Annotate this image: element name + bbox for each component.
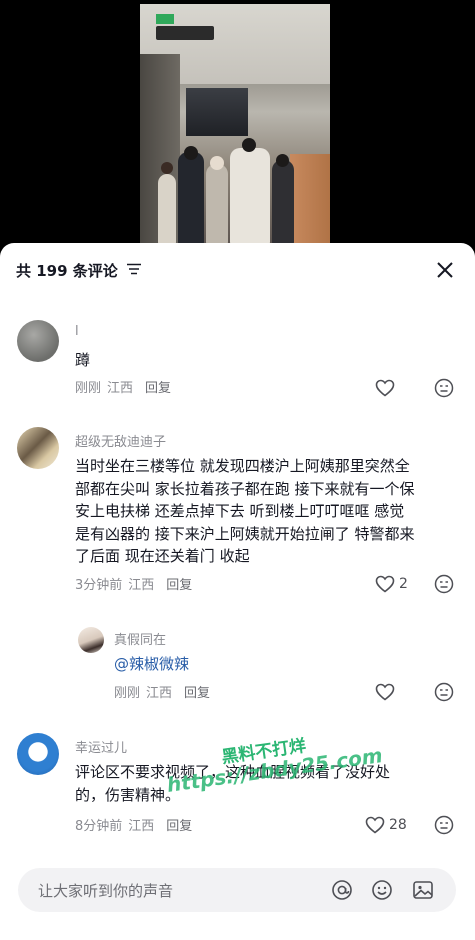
heart-icon xyxy=(375,379,395,397)
comment-text-line: 是有凶器的 接下来沪上阿姨就开始拉闸了 特警都来 xyxy=(75,524,415,543)
avatar[interactable] xyxy=(17,427,59,469)
like-count: 2 xyxy=(399,576,408,592)
reply-button[interactable]: 回复 xyxy=(145,381,171,396)
like-button[interactable] xyxy=(375,378,395,398)
avatar[interactable] xyxy=(17,320,59,362)
like-button[interactable]: 28 xyxy=(365,815,407,835)
collapse-button[interactable]: 收起 xyxy=(220,547,250,565)
mention-icon[interactable] xyxy=(331,879,353,901)
video-shopfront xyxy=(186,88,248,136)
comment-time: 8分钟前 xyxy=(75,819,123,834)
comment-count-title: 共 199 条评论 xyxy=(16,262,118,280)
reply-time: 刚刚 xyxy=(114,686,141,701)
comment-meta: 8分钟前 江西 回复 xyxy=(75,815,192,834)
comment-input[interactable]: 让大家听到你的声音 xyxy=(18,868,456,912)
video-exit-sign xyxy=(156,14,174,24)
mention-link[interactable]: @辣椒微辣 xyxy=(114,655,189,673)
comment-text[interactable]: 当时坐在三楼等位 就发现四楼沪上阿姨那里突然全 部都在尖叫 家长拉着孩子都在跑 … xyxy=(75,455,465,568)
comment-text-line: 了后面 现在还关着门 收起 xyxy=(75,545,465,568)
reply-location: 江西 xyxy=(146,686,173,701)
video-sign xyxy=(156,26,214,40)
emoji-icon[interactable] xyxy=(371,879,393,901)
comment-time: 刚刚 xyxy=(75,381,102,396)
comment-username[interactable]: 幸运过儿 xyxy=(75,737,127,756)
dislike-emoji-icon[interactable] xyxy=(434,815,454,835)
dislike-emoji-icon[interactable] xyxy=(434,574,454,594)
heart-icon xyxy=(375,683,395,701)
dislike-emoji-icon[interactable] xyxy=(434,378,454,398)
avatar[interactable] xyxy=(17,733,59,775)
comment-location: 江西 xyxy=(107,381,134,396)
video-crowd xyxy=(158,132,298,244)
heart-icon xyxy=(365,816,385,834)
comment-sheet: 共 199 条评论 l 蹲 刚刚 江西 回复 超级无敌迪迪子 当时坐在三楼等位 就发… xyxy=(0,243,475,940)
like-button[interactable] xyxy=(375,682,395,702)
comment-time: 3分钟前 xyxy=(75,578,123,593)
comment-meta: 刚刚 江西 回复 xyxy=(75,377,171,396)
comment-text[interactable]: 蹲 xyxy=(75,349,90,372)
image-icon[interactable] xyxy=(412,879,434,901)
like-count: 28 xyxy=(389,817,407,833)
dislike-emoji-icon[interactable] xyxy=(434,682,454,702)
reply-button[interactable]: 回复 xyxy=(184,686,210,701)
heart-icon xyxy=(375,575,395,593)
reply-button[interactable]: 回复 xyxy=(166,819,192,834)
comment-meta: 3分钟前 江西 回复 xyxy=(75,574,192,593)
comment-username[interactable]: l xyxy=(75,324,79,339)
comment-text-tail: 了后面 现在还关着门 xyxy=(75,547,215,565)
filter-icon[interactable] xyxy=(127,263,141,275)
comment-location: 江西 xyxy=(128,578,155,593)
reply-username[interactable]: 真假同在 xyxy=(114,629,166,648)
avatar[interactable] xyxy=(78,627,104,653)
reply-button[interactable]: 回复 xyxy=(166,578,192,593)
comment-username[interactable]: 超级无敌迪迪子 xyxy=(75,431,166,450)
close-icon[interactable] xyxy=(436,261,454,279)
video-player[interactable] xyxy=(140,4,330,244)
reply-text[interactable]: @辣椒微辣 xyxy=(114,653,189,676)
comment-text-line: 当时坐在三楼等位 就发现四楼沪上阿姨那里突然全 xyxy=(75,457,410,475)
comment-input-placeholder: 让大家听到你的声音 xyxy=(38,882,174,900)
comment-location: 江西 xyxy=(128,819,155,834)
like-button[interactable]: 2 xyxy=(375,574,408,594)
reply-meta: 刚刚 江西 回复 xyxy=(114,682,210,701)
comment-text-line: 部都在尖叫 家长拉着孩子都在跑 接下来就有一个保 xyxy=(75,479,415,498)
comment-text-line: 安上电扶梯 还差点掉下去 听到楼上叮叮哐哐 感觉 xyxy=(75,502,405,520)
comment-text-line: 的，伤害精神。 xyxy=(75,785,181,804)
